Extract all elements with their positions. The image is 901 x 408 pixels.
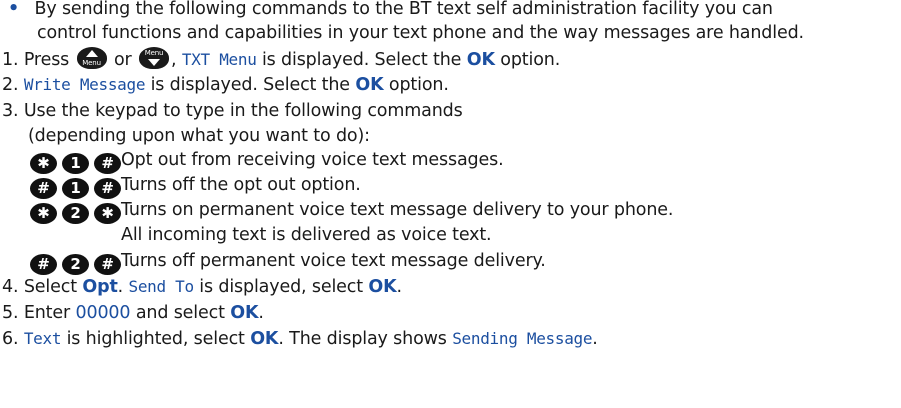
step-4-pre: Select — [23, 277, 77, 297]
step-number: 1. — [2, 50, 19, 70]
hash-key-icon: # — [94, 254, 122, 275]
step-5-pre: Enter — [23, 303, 71, 323]
instructions-page: • By sending the following commands to t… — [0, 0, 901, 408]
step-2-post: option. — [388, 75, 449, 95]
intro-text-2: control functions and capabilities in yo… — [37, 23, 804, 43]
step-6-mid: is highlighted, select — [66, 329, 245, 349]
opt-option: Opt — [82, 277, 118, 297]
command-description: Turns on permanent voice text message de… — [121, 200, 674, 220]
step-1-post: option. — [500, 50, 561, 70]
hash-key-icon: # — [94, 153, 122, 174]
step-3: 3. Use the keypad to type in the followi… — [2, 99, 463, 123]
digit-1-key-icon: 1 — [62, 178, 90, 199]
step-1-or: or — [113, 50, 132, 70]
step-1: 1. Press Menu or Menu, TXT Menu is displ… — [2, 47, 560, 72]
step-5-mid: and select — [135, 303, 225, 323]
bullet-marker: • — [8, 0, 20, 19]
star-key-icon: ✱ — [30, 203, 57, 224]
intro-line-2: control functions and capabilities in yo… — [37, 21, 804, 45]
step-6: 6. Text is highlighted, select OK. The d… — [2, 329, 598, 349]
step-number: 4. — [2, 277, 19, 297]
lcd-send-to: Send To — [128, 277, 195, 296]
step-number: 5. — [2, 303, 19, 323]
lcd-sending-message: Sending Message — [452, 329, 593, 348]
star-key-icon: ✱ — [94, 203, 122, 224]
step-4-mid: is displayed, select — [199, 277, 363, 297]
digit-1-key-icon: 1 — [62, 153, 90, 174]
menu-up-key-icon: Menu — [76, 47, 107, 69]
ok-option: OK — [368, 277, 397, 297]
lcd-write-message: Write Message — [23, 75, 146, 94]
star-key-icon: ✱ — [30, 153, 57, 174]
step-5: 5. Enter 00000 and select OK. — [2, 303, 264, 323]
lcd-txt-menu: TXT Menu — [181, 50, 257, 69]
intro-text-1: By sending the following commands to the… — [34, 0, 773, 19]
code-00000: 00000 — [75, 303, 131, 323]
command-description-2: All incoming text is delivered as voice … — [121, 225, 492, 245]
step-number: 2. — [2, 75, 19, 95]
step-1-comma: , — [171, 50, 177, 70]
ok-option: OK — [466, 50, 495, 70]
hash-key-icon: # — [30, 254, 57, 275]
step-number: 3. — [2, 101, 19, 121]
step-3-line-1: Use the keypad to type in the following … — [23, 101, 463, 121]
hash-key-icon: # — [94, 178, 122, 199]
digit-2-key-icon: 2 — [62, 203, 90, 224]
command-description: Turns off the opt out option. — [121, 175, 361, 195]
digit-2-key-icon: 2 — [62, 254, 90, 275]
step-1-pre: Press — [23, 50, 70, 70]
step-number: 6. — [2, 329, 19, 349]
step-1-mid: is displayed. Select the — [261, 50, 462, 70]
lcd-text: Text — [23, 329, 62, 348]
intro-line-1: • By sending the following commands to t… — [8, 0, 773, 21]
step-3-line-2: (depending upon what you want to do): — [28, 126, 370, 146]
hash-key-icon: # — [30, 178, 57, 199]
menu-down-key-icon: Menu — [139, 47, 170, 69]
command-description: Turns off permanent voice text message d… — [121, 251, 546, 271]
step-2: 2. Write Message is displayed. Select th… — [2, 73, 449, 97]
ok-option: OK — [355, 75, 384, 95]
ok-option: OK — [230, 303, 259, 323]
ok-option: OK — [250, 329, 279, 349]
step-2-mid: is displayed. Select the — [150, 75, 351, 95]
step-4: 4. Select Opt. Send To is displayed, sel… — [2, 277, 402, 297]
command-description: Opt out from receiving voice text messag… — [121, 150, 504, 170]
